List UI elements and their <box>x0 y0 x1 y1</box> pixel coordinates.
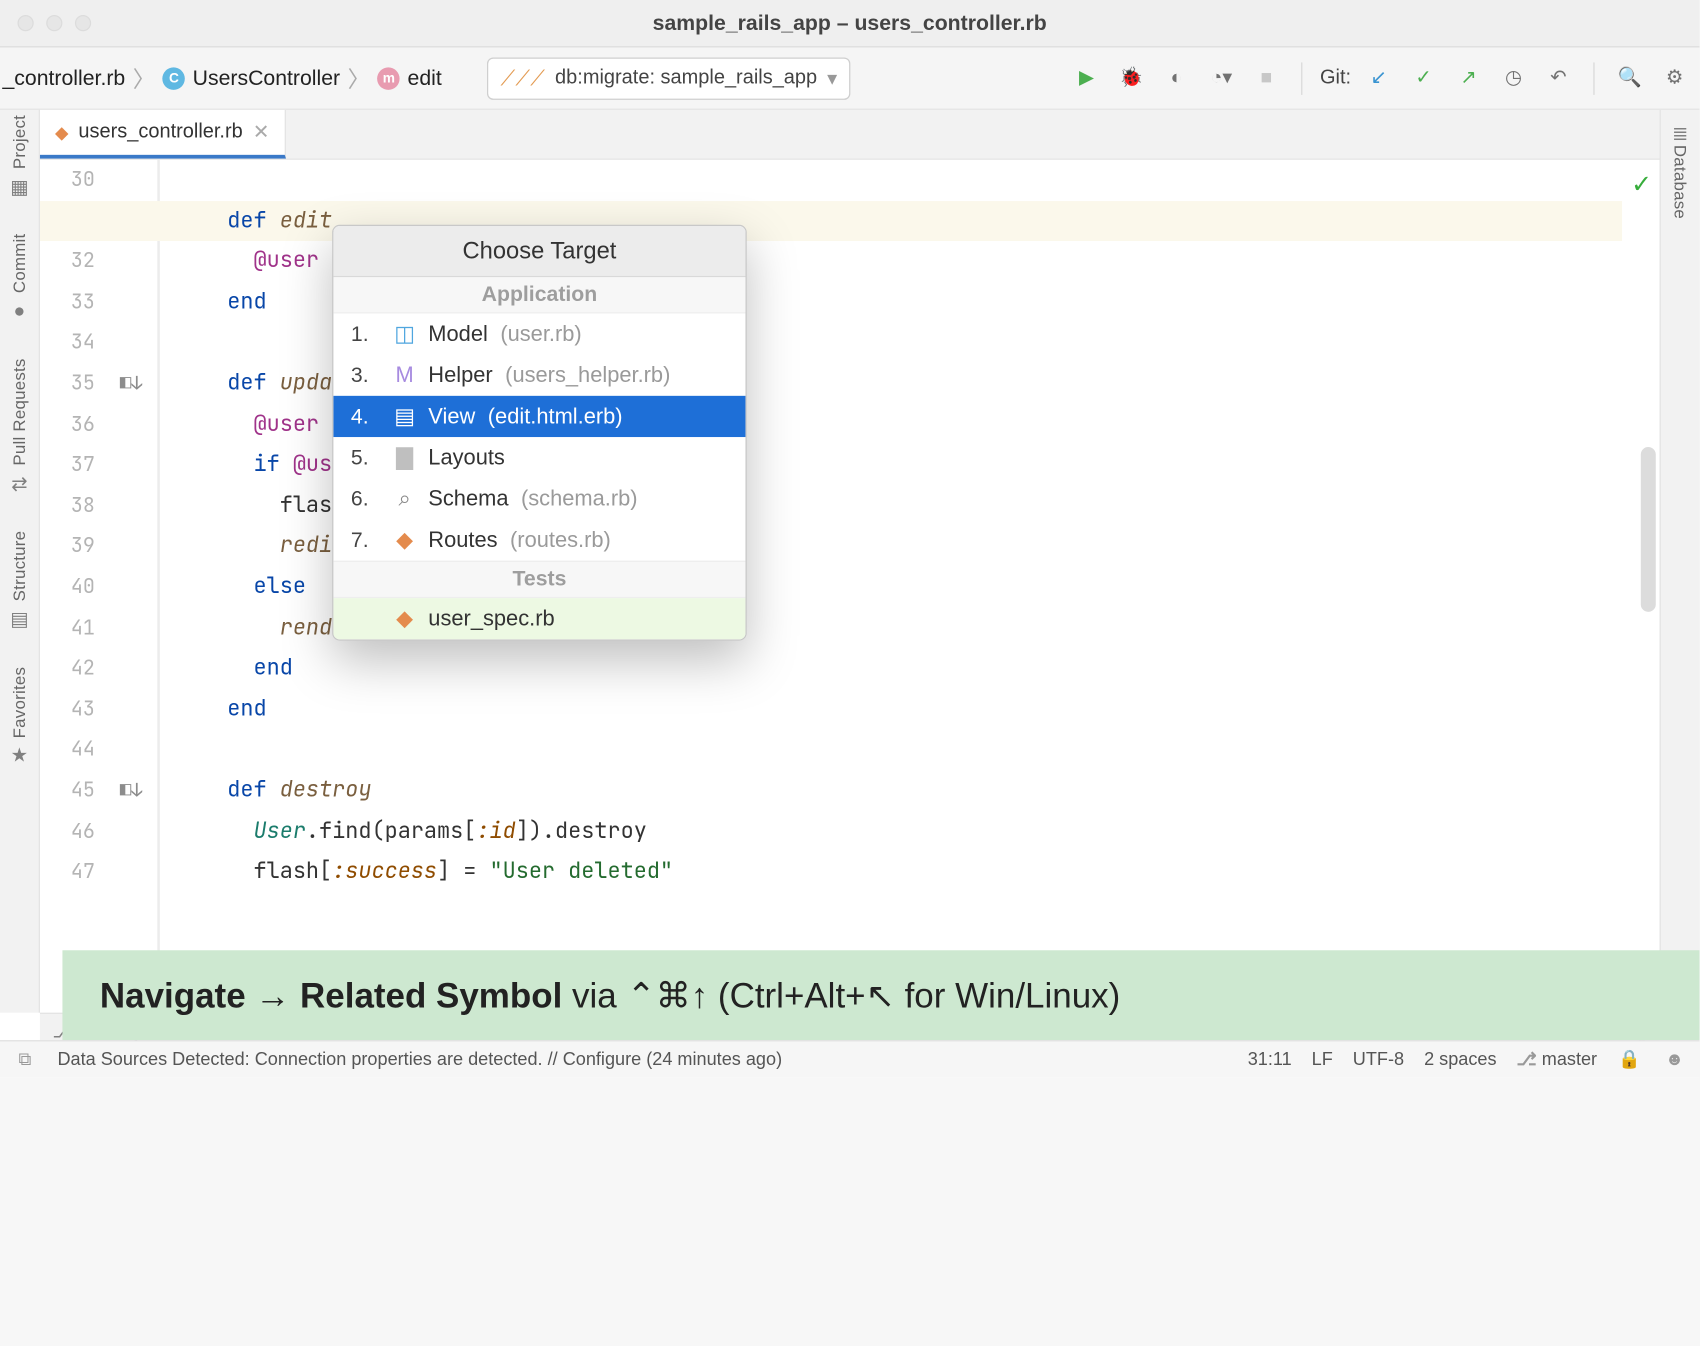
tool-windows-icon[interactable]: ⧉ <box>12 1050 37 1070</box>
scrollbar-thumb[interactable] <box>1641 447 1656 612</box>
view-icon: ▤ <box>393 405 415 427</box>
git-push-button[interactable]: ↗ <box>1451 61 1486 96</box>
hector-icon[interactable]: ☻ <box>1662 1050 1687 1070</box>
breadcrumb-method[interactable]: medit <box>378 66 442 91</box>
popup-item[interactable]: 6.⌕Schema (schema.rb) <box>333 478 745 519</box>
routes-icon: ◆ <box>393 529 415 551</box>
titlebar: sample_rails_app – users_controller.rb <box>0 0 1699 47</box>
override-gutter-icon[interactable]: ◧↓ <box>120 778 142 803</box>
close-tab-icon[interactable]: ✕ <box>253 120 270 145</box>
git-rollback-button[interactable]: ↶ <box>1541 61 1576 96</box>
file-encoding[interactable]: UTF-8 <box>1353 1050 1404 1070</box>
commit-tool-tab[interactable]: Commit● <box>8 234 30 324</box>
popup-item[interactable]: 4.▤View (edit.html.erb) <box>333 396 745 437</box>
structure-tool-tab[interactable]: Structure▤ <box>8 531 30 632</box>
popup-item[interactable]: 5.▇Layouts <box>333 437 745 478</box>
pull-requests-tool-tab[interactable]: Pull Requests⇄ <box>8 359 30 496</box>
editor[interactable]: ✓ 303132333435363738394041424344454647 ◧… <box>40 160 1660 1013</box>
chevron-down-icon: ▾ <box>827 66 837 91</box>
breadcrumb-file[interactable]: _controller.rb <box>2 66 125 91</box>
status-bar: ⧉ Data Sources Detected: Connection prop… <box>0 1040 1699 1077</box>
popup-title: Choose Target <box>333 226 745 277</box>
popup-test-item[interactable]: ◆ user_spec.rb <box>333 598 745 639</box>
caret-position[interactable]: 31:11 <box>1248 1050 1292 1070</box>
project-tool-tab[interactable]: Project▦ <box>8 115 30 199</box>
run-config-selector[interactable]: ⟋⟋⟋ db:migrate: sample_rails_app ▾ <box>487 57 851 99</box>
favorites-tool-tab[interactable]: Favorites★ <box>8 666 30 768</box>
profile-button[interactable]: ◔▾ <box>1204 61 1239 96</box>
editor-tab-users-controller[interactable]: ◆ users_controller.rb ✕ <box>40 110 286 159</box>
popup-section-tests: Tests <box>333 561 745 598</box>
popup-item[interactable]: 7.◆Routes (routes.rb) <box>333 519 745 560</box>
ruby-file-icon: ◆ <box>393 607 415 629</box>
gutter[interactable]: 303132333435363738394041424344454647 ◧↓◧… <box>40 160 160 1013</box>
popup-item[interactable]: 1.◫Model (user.rb) <box>333 313 745 354</box>
tip-banner: Navigate → Related Symbol via ⌃⌘↑ (Ctrl+… <box>62 950 1699 1040</box>
indent-settings[interactable]: 2 spaces <box>1424 1050 1496 1070</box>
line-separator[interactable]: LF <box>1312 1050 1333 1070</box>
git-label: Git: <box>1320 67 1351 89</box>
ruby-file-icon: ◆ <box>55 122 68 143</box>
popup-item[interactable]: 3.MHelper (users_helper.rb) <box>333 355 745 396</box>
navigation-bar: _controller.rb 〉 CUsersController 〉 medi… <box>0 47 1699 109</box>
database-tool-tab[interactable]: ≣Database <box>1669 115 1691 219</box>
breadcrumb-class[interactable]: CUsersController <box>163 66 340 91</box>
schema-icon: ⌕ <box>393 488 415 510</box>
coverage-button[interactable]: ◐ <box>1159 61 1194 96</box>
run-button[interactable]: ▶ <box>1069 61 1104 96</box>
override-gutter-icon[interactable]: ◧↓ <box>120 371 142 396</box>
search-everywhere-button[interactable]: 🔍 <box>1612 61 1647 96</box>
lock-icon[interactable]: 🔒 <box>1617 1049 1642 1070</box>
popup-section-application: Application <box>333 277 745 313</box>
choose-target-popup: Choose Target Application 1.◫Model (user… <box>332 225 747 641</box>
left-tool-strip: Project▦ Commit● Pull Requests⇄ Structur… <box>0 110 40 1013</box>
helper-icon: M <box>393 364 415 386</box>
status-message[interactable]: Data Sources Detected: Connection proper… <box>57 1050 782 1070</box>
model-icon: ◫ <box>393 323 415 345</box>
rake-icon: ⟋⟋⟋ <box>500 66 545 91</box>
git-update-button[interactable]: ↙ <box>1361 61 1396 96</box>
inspection-ok-icon[interactable]: ✓ <box>1631 167 1652 199</box>
editor-tabs: ◆ users_controller.rb ✕ <box>40 110 1660 160</box>
folder-icon: ▇ <box>393 446 415 468</box>
window-title: sample_rails_app – users_controller.rb <box>0 11 1699 36</box>
git-commit-button[interactable]: ✓ <box>1406 61 1441 96</box>
right-tool-strip: ≣Database <box>1660 110 1700 1013</box>
git-branch[interactable]: ⎇ master <box>1517 1049 1598 1070</box>
settings-button[interactable]: ⚙ <box>1657 61 1692 96</box>
git-history-button[interactable]: ◷ <box>1496 61 1531 96</box>
stop-button: ■ <box>1249 61 1284 96</box>
debug-button[interactable]: 🐞 <box>1114 61 1149 96</box>
